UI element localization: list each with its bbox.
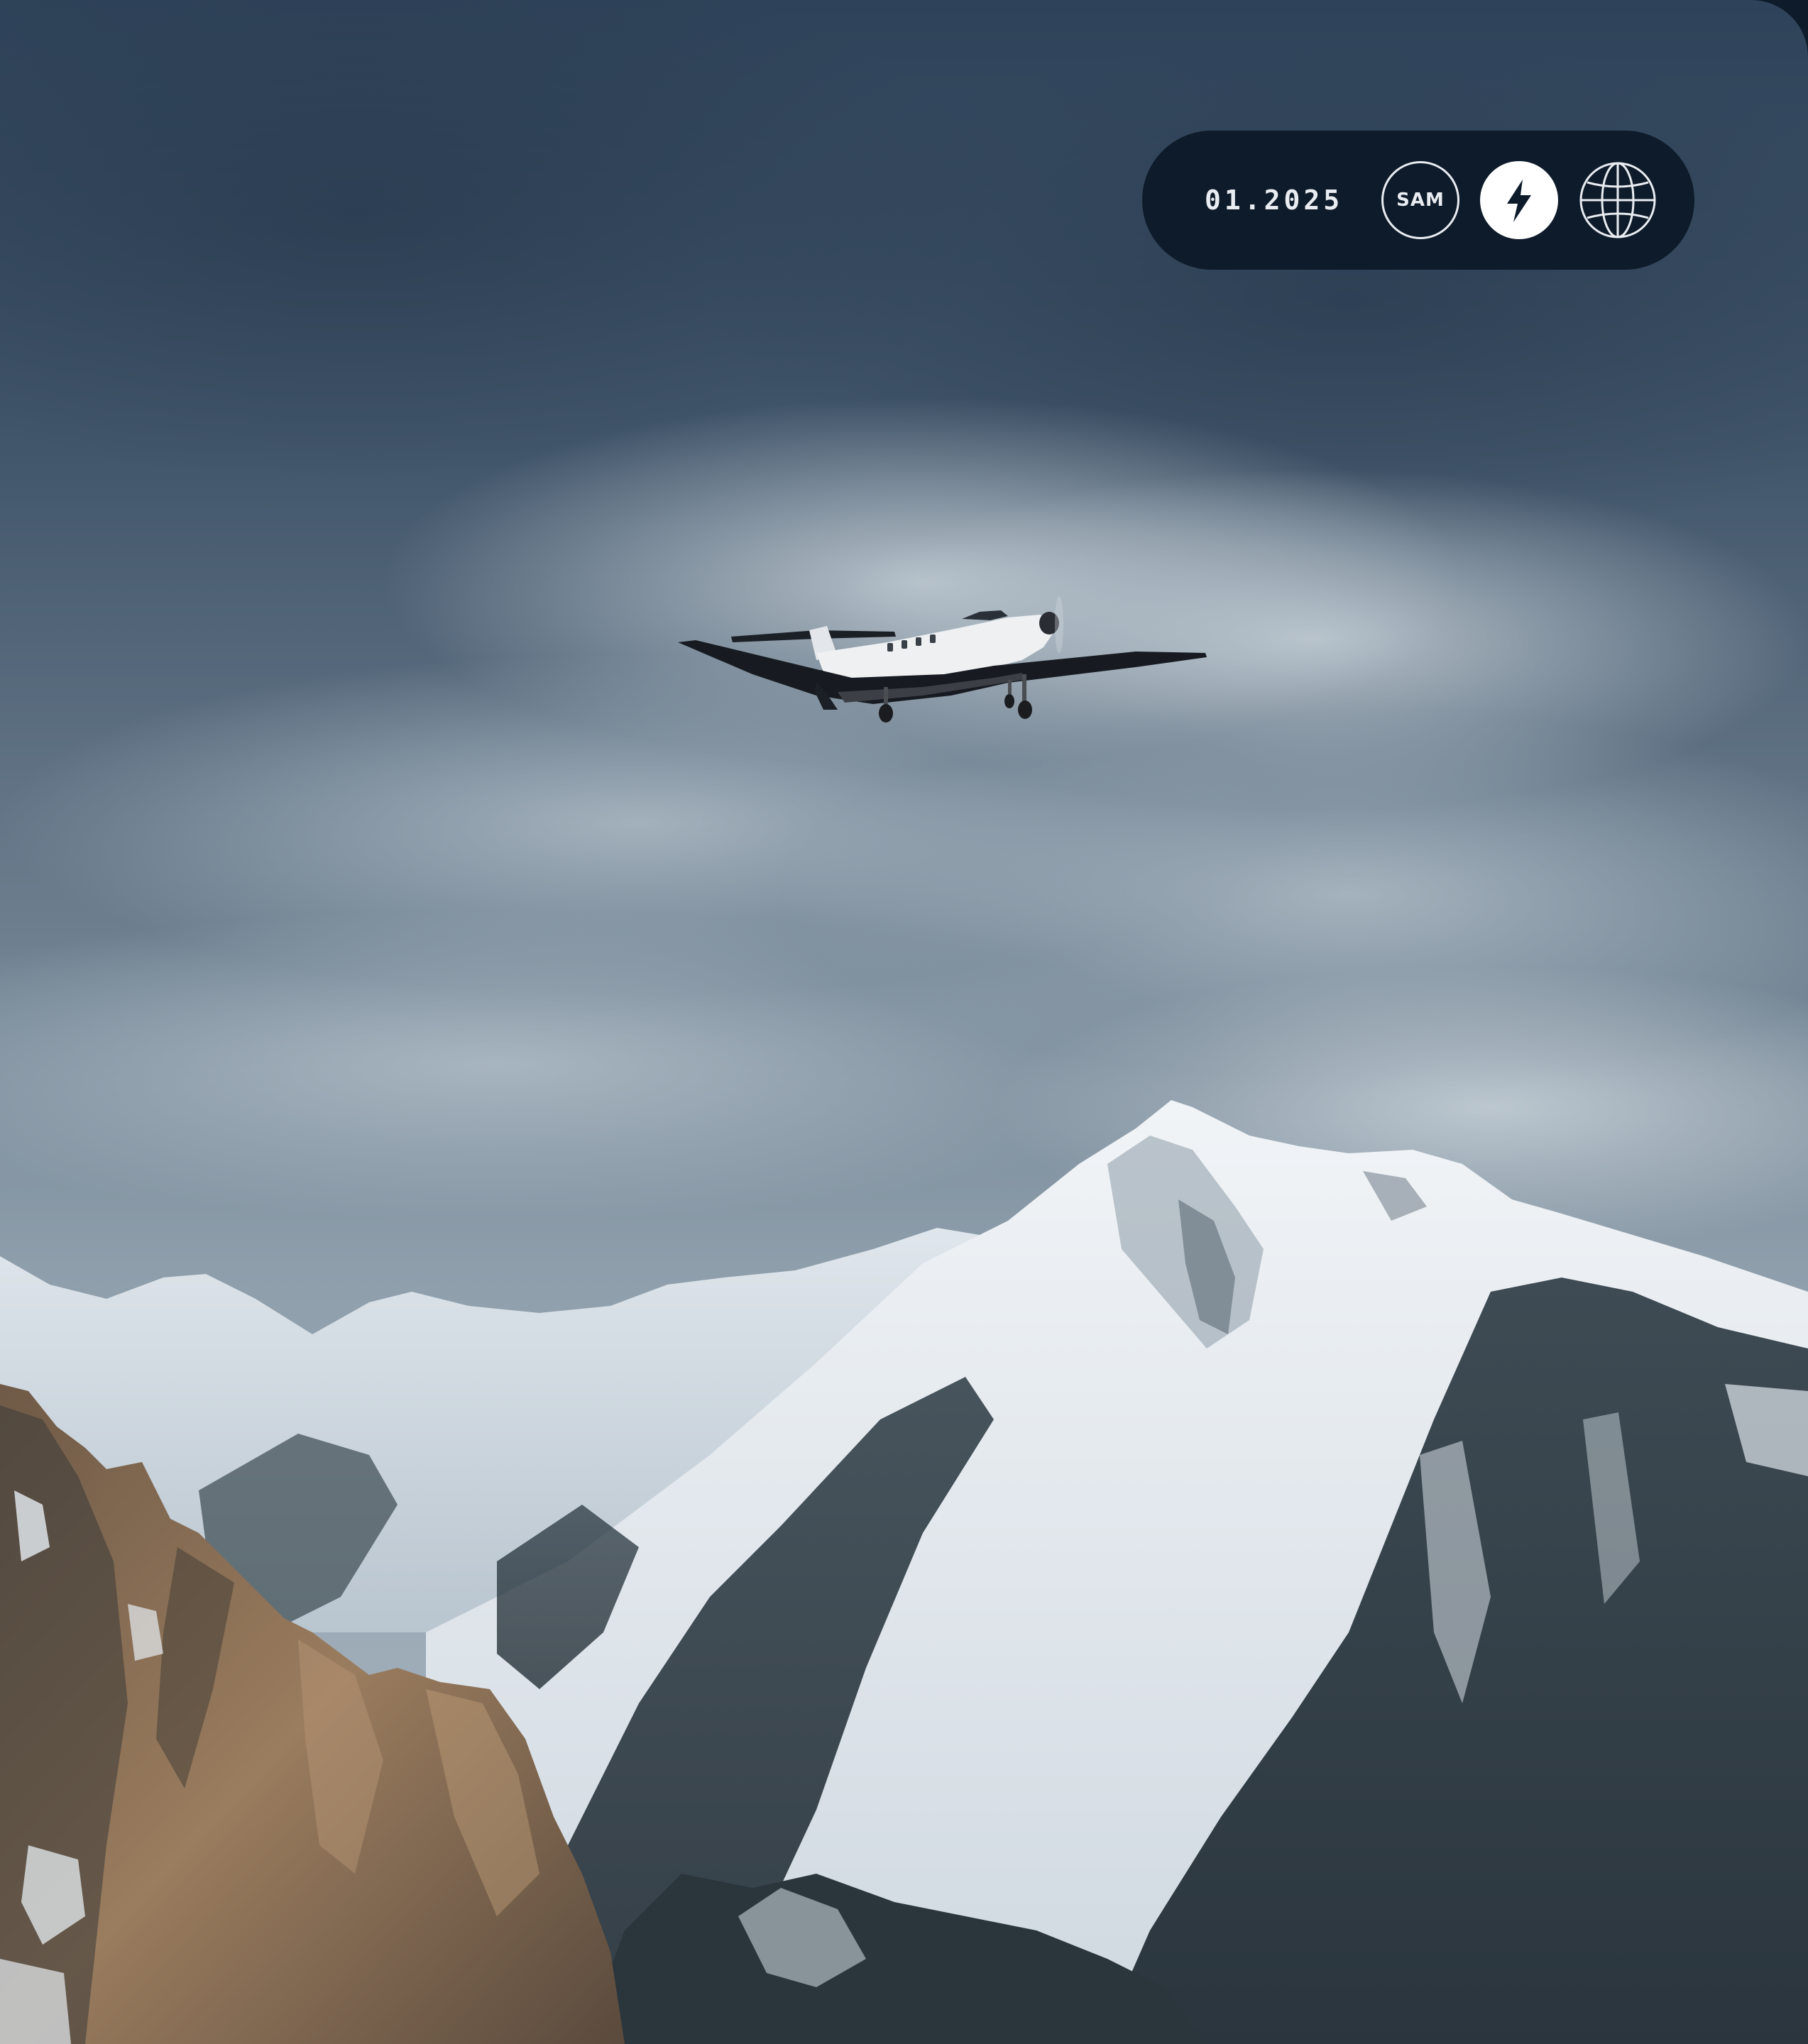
lightning-bolt-button[interactable]: [1480, 161, 1558, 239]
hero-page: 01.2025 SAM: [0, 0, 1808, 2044]
sam-label: SAM: [1396, 189, 1445, 211]
hero-image: [0, 0, 1808, 2044]
date-label: 01.2025: [1205, 185, 1344, 216]
globe-icon: [1579, 162, 1656, 238]
header-badge: 01.2025 SAM: [1142, 131, 1694, 270]
sam-button[interactable]: SAM: [1381, 161, 1459, 239]
globe-button[interactable]: [1579, 161, 1657, 239]
lightning-bolt-icon: [1507, 180, 1531, 222]
